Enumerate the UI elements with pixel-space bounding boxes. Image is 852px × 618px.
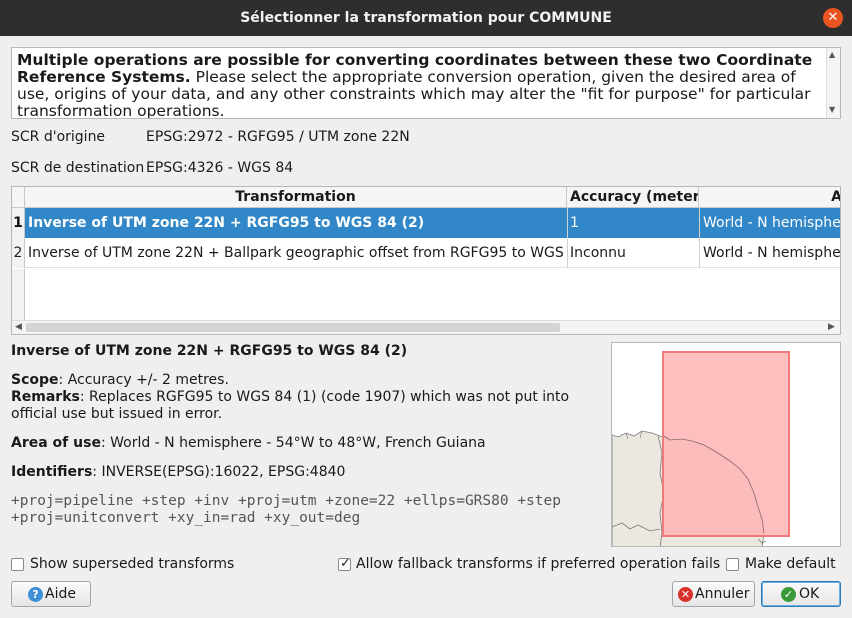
scope-label: Scope — [11, 372, 59, 388]
close-icon[interactable]: ✕ — [823, 8, 843, 28]
identifiers-label: Identifiers — [11, 464, 93, 480]
scroll-left-icon[interactable]: ◀ — [15, 322, 22, 332]
row-number: 1 — [12, 208, 25, 238]
row-transformation: Inverse of UTM zone 22N + Ballpark geogr… — [28, 245, 566, 261]
table-empty-area — [12, 269, 840, 320]
header-corner — [12, 187, 25, 207]
row-area: World - N hemisphere — [703, 215, 841, 231]
row-area: World - N hemisphere — [703, 245, 841, 261]
show-superseded-checkbox[interactable] — [11, 558, 24, 571]
details-area: Area of use: World - N hemisphere - 54°W… — [11, 435, 601, 452]
transformation-details: Inverse of UTM zone 22N + RGFG95 to WGS … — [11, 343, 601, 527]
row-transformation: Inverse of UTM zone 22N + RGFG95 to WGS … — [28, 215, 425, 231]
checkmark-icon: ✓ — [340, 556, 351, 571]
details-title: Inverse of UTM zone 22N + RGFG95 to WGS … — [11, 343, 408, 359]
scroll-right-icon[interactable]: ▶ — [828, 322, 835, 332]
make-default-label[interactable]: Make default — [745, 556, 836, 572]
table-row[interactable]: 2 Inverse of UTM zone 22N + Ballpark geo… — [12, 238, 841, 268]
row-number: 2 — [12, 238, 25, 268]
help-button-label: Aide — [45, 586, 76, 602]
details-scope: Scope: Accuracy +/- 2 metres. — [11, 372, 601, 389]
title-bar: Sélectionner la transformation pour COMM… — [0, 0, 852, 36]
message-scrollbar[interactable]: ▲ ▼ — [826, 48, 840, 118]
allow-fallback-label[interactable]: Allow fallback transforms if preferred o… — [356, 556, 720, 572]
scroll-up-icon[interactable]: ▲ — [829, 50, 835, 59]
dest-crs-label: SCR de destination — [11, 160, 145, 176]
transformations-table[interactable]: Transformation Accuracy (meters) A 1 Inv… — [11, 186, 841, 335]
remarks-value: : Replaces RGFG95 to WGS 84 (1) (code 19… — [11, 389, 570, 422]
window-title: Sélectionner la transformation pour COMM… — [240, 10, 612, 26]
scrollbar-thumb[interactable] — [26, 323, 560, 332]
ok-check-icon: ✓ — [781, 587, 796, 602]
proj-string-line-2: +proj=unitconvert +xy_in=rad +xy_out=deg — [11, 510, 361, 526]
ok-button-label: OK — [799, 586, 820, 602]
info-message: Multiple operations are possible for con… — [17, 52, 822, 119]
table-row[interactable]: 1 Inverse of UTM zone 22N + RGFG95 to WG… — [12, 208, 841, 238]
extent-rectangle — [662, 351, 790, 537]
identifiers-value: : INVERSE(EPSG):16022, EPSG:4840 — [92, 464, 346, 480]
row-accuracy: 1 — [570, 215, 579, 231]
table-horizontal-scrollbar[interactable]: ◀ ▶ — [12, 320, 840, 334]
ok-button[interactable]: ✓ OK — [761, 581, 841, 607]
remarks-label: Remarks — [11, 389, 80, 405]
header-area[interactable]: A — [699, 187, 840, 207]
allow-fallback-checkbox[interactable]: ✓ — [338, 556, 351, 571]
scope-value: : Accuracy +/- 2 metres. — [58, 372, 229, 388]
source-crs-value: EPSG:2972 - RGFG95 / UTM zone 22N — [146, 129, 410, 145]
info-message-box[interactable]: Multiple operations are possible for con… — [11, 47, 841, 119]
area-of-use-map[interactable] — [611, 342, 841, 547]
cancel-button-label: Annuler — [695, 586, 750, 602]
scroll-down-icon[interactable]: ▼ — [829, 105, 835, 114]
row-accuracy: Inconnu — [570, 245, 626, 261]
header-accuracy[interactable]: Accuracy (meters) — [567, 187, 699, 207]
help-icon: ? — [28, 587, 43, 602]
source-crs-label: SCR d'origine — [11, 129, 106, 145]
dest-crs-value: EPSG:4326 - WGS 84 — [146, 160, 294, 176]
cancel-button[interactable]: ✕ Annuler — [672, 581, 755, 607]
cancel-icon: ✕ — [678, 587, 693, 602]
area-value: : World - N hemisphere - 54°W to 48°W, F… — [100, 435, 486, 451]
table-header: Transformation Accuracy (meters) A — [12, 187, 840, 208]
map-graphic — [612, 351, 790, 546]
details-identifiers: Identifiers: INVERSE(EPSG):16022, EPSG:4… — [11, 464, 601, 481]
header-transformation[interactable]: Transformation — [25, 187, 567, 207]
area-label: Area of use — [11, 435, 101, 451]
show-superseded-label[interactable]: Show superseded transforms — [30, 556, 234, 572]
proj-string-line-1: +proj=pipeline +step +inv +proj=utm +zon… — [11, 493, 561, 509]
help-button[interactable]: ? Aide — [11, 581, 91, 607]
make-default-checkbox[interactable] — [726, 558, 739, 571]
details-remarks: Remarks: Replaces RGFG95 to WGS 84 (1) (… — [11, 389, 601, 423]
